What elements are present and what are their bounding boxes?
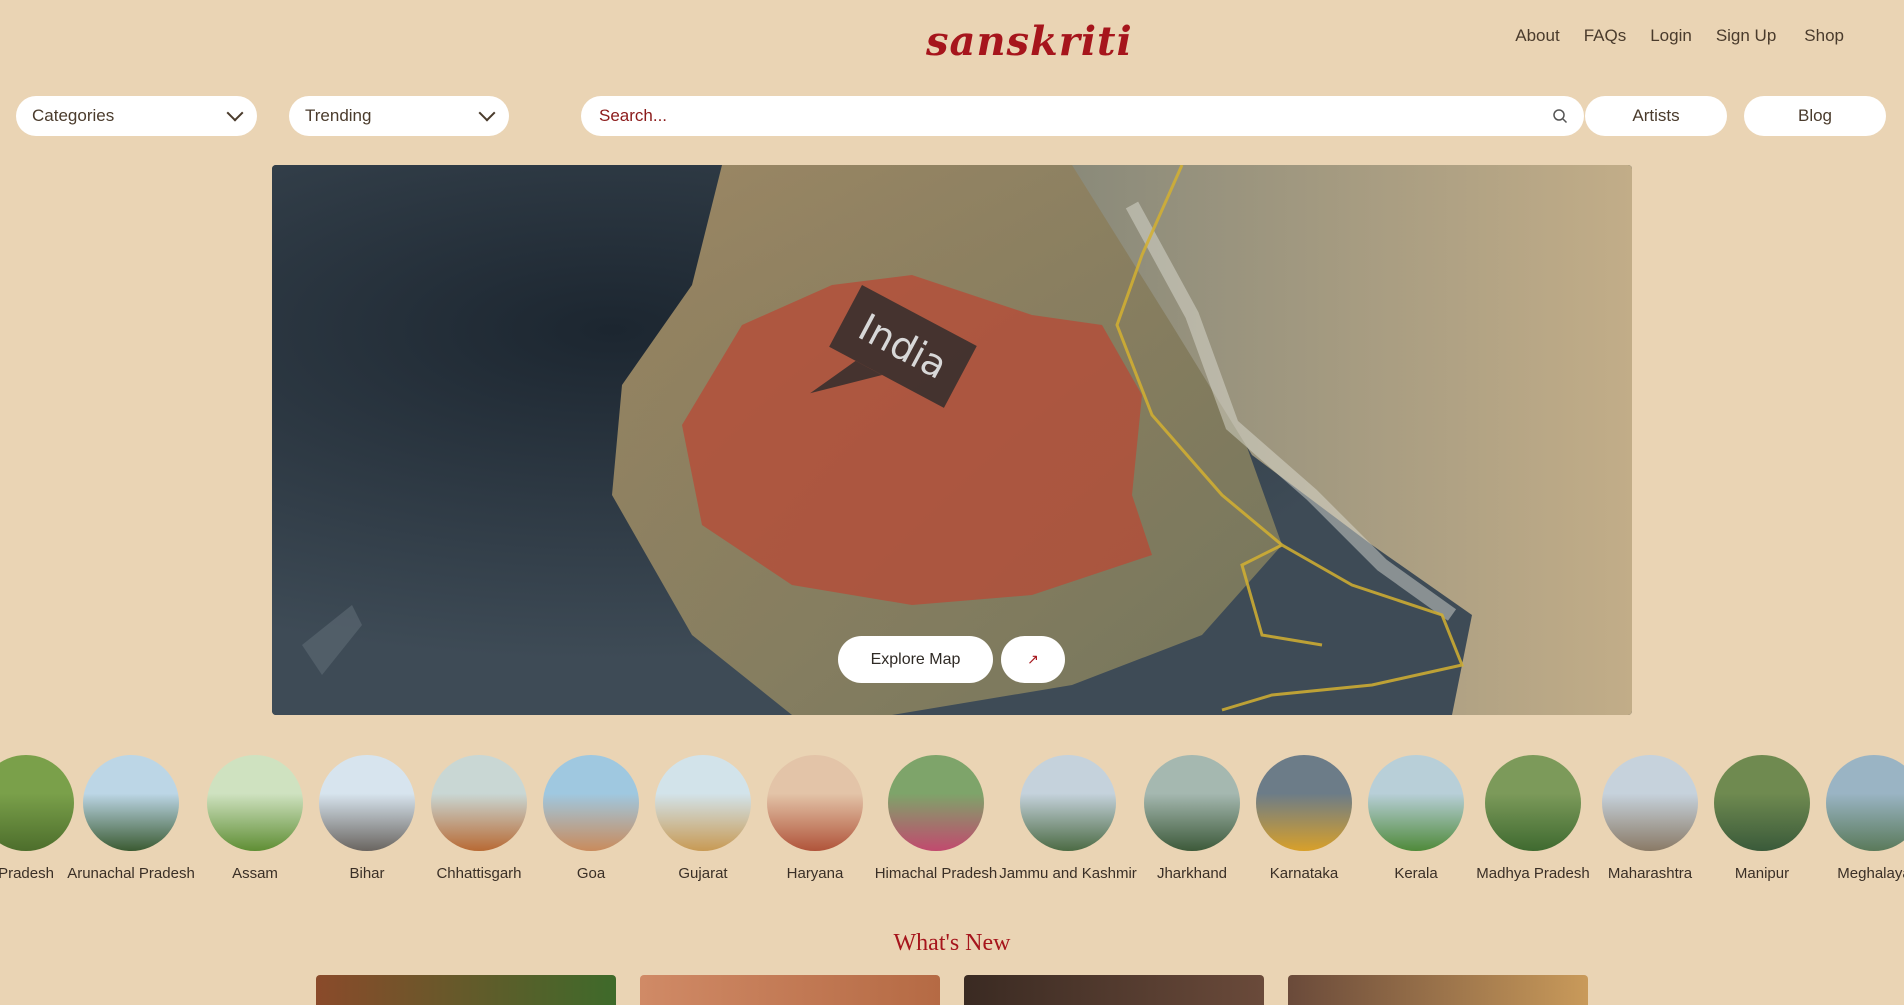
categories-label: Categories [32,106,115,125]
whats-new-card[interactable] [316,975,616,1005]
trending-dropdown[interactable]: Trending [289,96,509,136]
chevron-down-icon [226,104,244,122]
explore-map-arrow-button[interactable]: ↗ [1001,636,1065,683]
search-icon[interactable] [1552,108,1568,124]
state-image [1020,755,1116,851]
site-logo[interactable]: sanskriti [926,18,1133,65]
state-item[interactable]: Jammu and Kashmir [998,755,1138,882]
state-image [1368,755,1464,851]
explore-map-button[interactable]: Explore Map [838,636,993,683]
state-image [888,755,984,851]
state-image [1144,755,1240,851]
state-image [431,755,527,851]
trending-label: Trending [305,106,372,125]
artists-button[interactable]: Artists [1585,96,1727,136]
nav-about[interactable]: About [1515,26,1559,46]
state-item[interactable]: Meghalaya [1804,755,1904,882]
blog-button[interactable]: Blog [1744,96,1886,136]
state-image [1826,755,1904,851]
whats-new-card[interactable] [640,975,940,1005]
state-image [83,755,179,851]
state-label: Meghalaya [1837,865,1904,882]
nav-shop[interactable]: Shop [1800,26,1848,46]
chevron-down-icon [478,104,496,122]
arrow-up-right-icon: ↗ [1027,651,1039,667]
state-item[interactable]: Haryana [745,755,885,882]
state-image [1485,755,1581,851]
state-image [767,755,863,851]
hero-map: India [272,165,1632,715]
nav-login[interactable]: Login [1650,26,1692,46]
whats-new-card[interactable] [1288,975,1588,1005]
state-image [543,755,639,851]
state-image [319,755,415,851]
top-nav: About FAQs Login Sign Up Shop [1515,26,1848,46]
nav-signup[interactable]: Sign Up [1716,26,1776,46]
nav-faqs[interactable]: FAQs [1584,26,1627,46]
whats-new-heading: What's New [893,930,1011,956]
states-carousel: Pradesh Arunachal Pradesh Assam Bihar Chhatt… [0,755,1904,895]
state-label: Arunachal Pradesh [67,865,195,882]
state-label: Jammu and Kashmir [999,865,1137,882]
search-input[interactable] [597,105,1552,127]
state-item[interactable]: Arunachal Pradesh [61,755,201,882]
state-image [655,755,751,851]
whats-new-card[interactable] [964,975,1264,1005]
state-image [1714,755,1810,851]
categories-dropdown[interactable]: Categories [16,96,257,136]
state-image [1256,755,1352,851]
search-bar [581,96,1584,136]
state-label: Haryana [786,865,844,882]
state-item[interactable]: Himachal Pradesh [866,755,1006,882]
satellite-map-image: India [272,165,1632,715]
state-image [1602,755,1698,851]
state-image [207,755,303,851]
state-label: Himachal Pradesh [874,865,998,882]
